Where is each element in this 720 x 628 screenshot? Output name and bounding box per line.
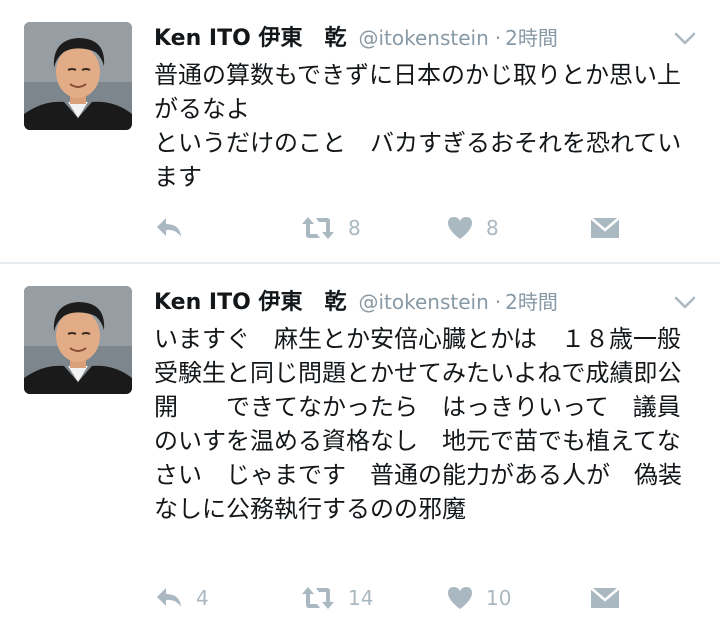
display-name[interactable]: Ken ITO 伊東 乾 — [154, 284, 346, 316]
retweet-icon — [300, 585, 336, 611]
username[interactable]: @itokenstein — [358, 290, 488, 314]
tweet-header: Ken ITO 伊東 乾 @itokenstein · 2時間 — [154, 284, 558, 318]
envelope-icon — [590, 216, 620, 240]
tweet[interactable]: Ken ITO 伊東 乾 @itokenstein · 2時間 いますぐ 麻生と… — [0, 264, 720, 628]
tweet-text: 普通の算数もできずに日本のかじ取りとか思い上がるなよ というだけのこと バカすぎ… — [154, 61, 682, 191]
timestamp[interactable]: 2時間 — [505, 286, 558, 315]
heart-icon — [446, 215, 474, 241]
timestamp[interactable]: 2時間 — [505, 22, 558, 51]
separator-dot: · — [494, 290, 502, 314]
chevron-down-icon[interactable] — [674, 296, 696, 310]
retweet-icon — [300, 215, 336, 241]
chevron-down-icon[interactable] — [674, 32, 696, 46]
retweet-count: 8 — [348, 216, 361, 240]
tweet-text: いますぐ 麻生とか安倍心臓とかは １８歳一般受験生と同じ問題とかせてみたいよねで… — [154, 325, 682, 523]
reply-button[interactable] — [154, 212, 196, 244]
dm-button[interactable] — [590, 582, 620, 614]
retweet-count: 14 — [348, 586, 374, 610]
like-button[interactable]: 10 — [446, 582, 511, 614]
reply-icon — [154, 215, 184, 241]
like-count: 8 — [486, 216, 499, 240]
reply-button[interactable]: 4 — [154, 582, 209, 614]
tweet-header: Ken ITO 伊東 乾 @itokenstein · 2時間 — [154, 20, 558, 54]
tweet-actions: 4 14 10 — [154, 582, 634, 614]
avatar[interactable] — [24, 22, 132, 130]
separator-dot: · — [494, 26, 502, 50]
envelope-icon — [590, 586, 620, 610]
retweet-button[interactable]: 14 — [300, 582, 373, 614]
timeline: Ken ITO 伊東 乾 @itokenstein · 2時間 普通の算数もでき… — [0, 0, 720, 628]
tweet[interactable]: Ken ITO 伊東 乾 @itokenstein · 2時間 普通の算数もでき… — [0, 0, 720, 262]
dm-button[interactable] — [590, 212, 620, 244]
tweet-actions: 8 8 — [154, 212, 634, 244]
like-button[interactable]: 8 — [446, 212, 499, 244]
avatar[interactable] — [24, 286, 132, 394]
heart-icon — [446, 585, 474, 611]
username[interactable]: @itokenstein — [358, 26, 488, 50]
reply-icon — [154, 585, 184, 611]
like-count: 10 — [486, 586, 512, 610]
display-name[interactable]: Ken ITO 伊東 乾 — [154, 20, 346, 52]
retweet-button[interactable]: 8 — [300, 212, 361, 244]
reply-count: 4 — [196, 586, 209, 610]
